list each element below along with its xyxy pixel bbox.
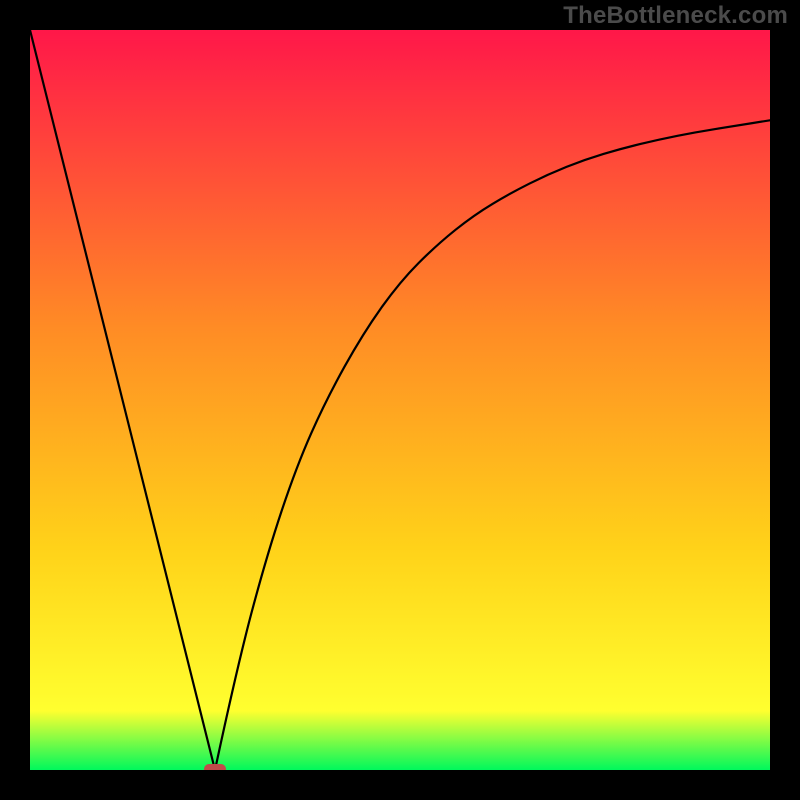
attribution-label: TheBottleneck.com (563, 2, 788, 30)
chart-frame: TheBottleneck.com (0, 0, 800, 800)
gradient-background (30, 30, 770, 770)
chart-svg (30, 30, 770, 770)
minimum-marker (204, 764, 226, 770)
